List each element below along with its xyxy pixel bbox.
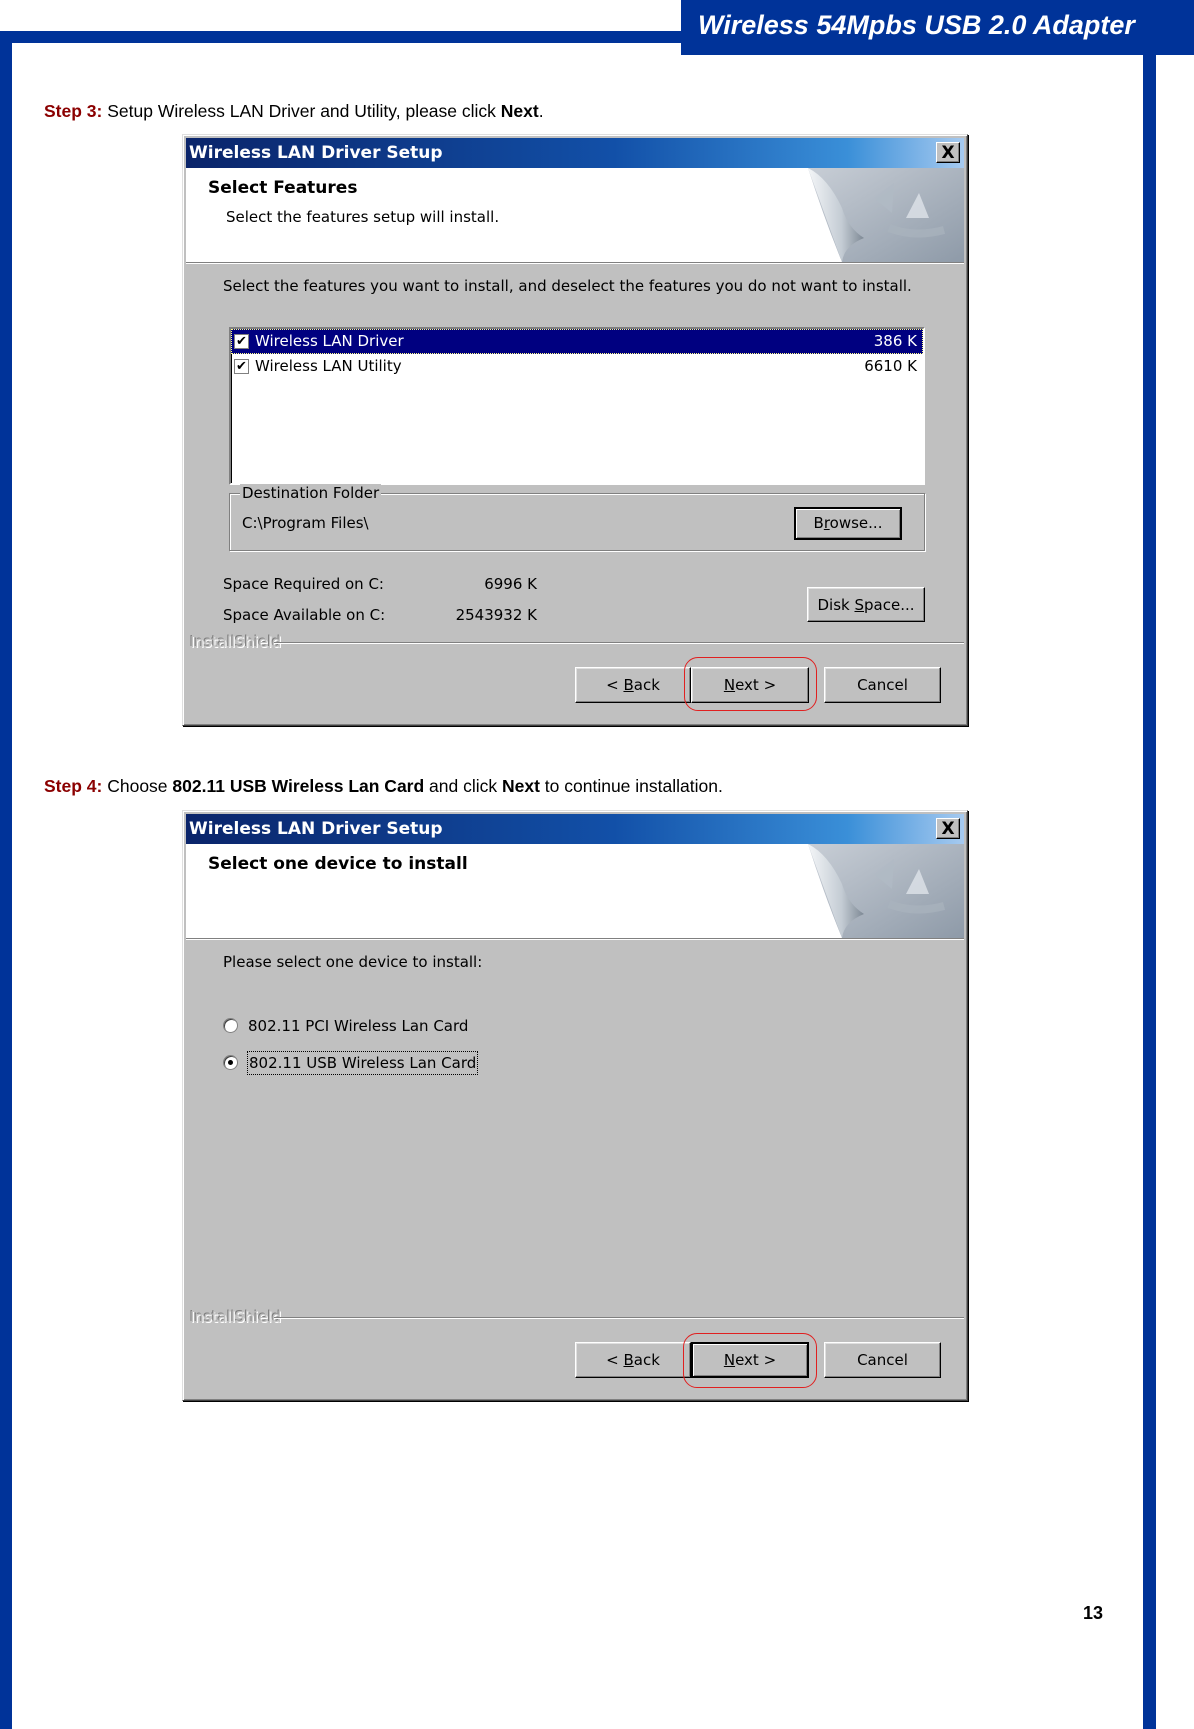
close-icon: X [941, 143, 955, 163]
step-3-instruction: Step 3: Setup Wireless LAN Driver and Ut… [44, 101, 544, 122]
banner-title: Wireless 54Mpbs USB 2.0 Adapter [698, 10, 1135, 40]
feature-size: 6610 K [864, 357, 917, 375]
wizard-header: Select one device to install [186, 844, 964, 939]
step-4-text: and click [424, 776, 502, 796]
next-button[interactable]: Next > [691, 1342, 809, 1378]
space-required-label: Space Required on C: [223, 575, 384, 593]
radio-label: 802.11 USB Wireless Lan Card [246, 1051, 479, 1075]
feature-item[interactable]: ✔ Wireless LAN Utility 6610 K [231, 354, 923, 379]
destination-folder-legend: Destination Folder [240, 484, 382, 502]
feature-item[interactable]: ✔ Wireless LAN Driver 386 K [231, 329, 923, 354]
step-3-text: Setup Wireless LAN Driver and Utility, p… [102, 101, 501, 121]
space-required-value: 6996 K [484, 575, 537, 593]
dialog-titlebar[interactable]: Wireless LAN Driver Setup X [186, 814, 964, 844]
dialog-titlebar[interactable]: Wireless LAN Driver Setup X [186, 138, 964, 168]
page-number: 13 [1083, 1603, 1104, 1623]
step-4-text: to continue installation. [539, 776, 723, 796]
radio-unchecked-icon[interactable] [223, 1018, 238, 1033]
installshield-label: InstallShield [190, 1308, 288, 1326]
dialog-title: Wireless LAN Driver Setup [189, 819, 443, 839]
close-icon: X [941, 819, 955, 839]
destination-path: C:\Program Files\ [242, 514, 369, 532]
feature-name: Wireless LAN Utility [255, 357, 402, 375]
divider-line [274, 642, 964, 644]
back-button[interactable]: < Back [575, 667, 691, 703]
feature-name: Wireless LAN Driver [255, 332, 404, 350]
disk-space-button[interactable]: Disk Space... [807, 587, 925, 622]
radio-label: 802.11 PCI Wireless Lan Card [248, 1017, 469, 1035]
header-subtitle: Select the features setup will install. [226, 208, 500, 226]
step-4-label: Step 4: [44, 776, 103, 796]
radio-checked-icon[interactable] [223, 1055, 238, 1070]
select-features-dialog: Wireless LAN Driver Setup X Select Featu… [182, 134, 968, 726]
cancel-button[interactable]: Cancel [824, 667, 941, 703]
right-border-bar [1143, 43, 1156, 1729]
close-button[interactable]: X [936, 142, 960, 163]
cancel-button[interactable]: Cancel [824, 1342, 941, 1378]
header-title: Select one device to install [208, 854, 468, 874]
destination-folder-group: Destination Folder C:\Program Files\ Bro… [229, 484, 925, 551]
close-button[interactable]: X [936, 818, 960, 839]
dialog-title: Wireless LAN Driver Setup [189, 143, 443, 163]
step-4-bold-device: 802.11 USB Wireless Lan Card [172, 776, 425, 796]
checkbox-checked-icon[interactable]: ✔ [234, 334, 249, 349]
back-button[interactable]: < Back [575, 1342, 691, 1378]
device-instruction: Please select one device to install: [223, 953, 483, 971]
installshield-label: InstallShield [190, 633, 288, 651]
header-banner: Wireless 54Mpbs USB 2.0 Adapter [681, 0, 1194, 55]
browse-button[interactable]: Browse... [794, 507, 902, 540]
step-3-period: . [538, 101, 544, 121]
features-instruction: Select the features you want to install,… [223, 277, 912, 295]
step-4-text: Choose [102, 776, 173, 796]
select-device-dialog: Wireless LAN Driver Setup X Select one d… [182, 810, 968, 1401]
page-curl-watermark-icon [808, 168, 964, 262]
left-border-bar [0, 31, 12, 1729]
feature-size: 386 K [873, 332, 917, 350]
step-4-bold-next: Next [502, 776, 540, 796]
checkbox-checked-icon[interactable]: ✔ [234, 359, 249, 374]
top-border-band [0, 31, 690, 43]
page-curl-watermark-icon [808, 844, 964, 938]
step-3-label: Step 3: [44, 101, 103, 121]
features-list[interactable]: ✔ Wireless LAN Driver 386 K ✔ Wireless L… [229, 327, 925, 485]
space-available-label: Space Available on C: [223, 606, 386, 624]
space-available-value: 2543932 K [455, 606, 537, 624]
step-4-instruction: Step 4: Choose 802.11 USB Wireless Lan C… [44, 776, 723, 797]
next-button[interactable]: Next > [691, 667, 809, 703]
step-3-bold-next: Next [500, 101, 539, 121]
divider-line [274, 1317, 964, 1319]
wizard-header: Select Features Select the features setu… [186, 168, 964, 263]
header-title: Select Features [208, 178, 358, 198]
